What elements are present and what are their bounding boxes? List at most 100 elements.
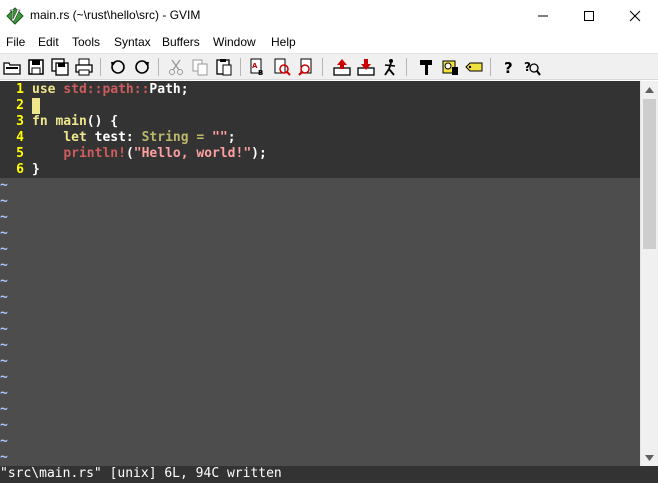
chevron-down-icon [645, 454, 654, 461]
make-icon[interactable] [416, 57, 436, 77]
menu-help[interactable]: Help [271, 35, 296, 49]
shell-icon[interactable] [440, 57, 460, 77]
empty-line-tilde: ~ [0, 386, 8, 401]
find-next-icon[interactable] [272, 57, 292, 77]
code-line[interactable]: 5 println!("Hello, world!"); [0, 146, 640, 162]
toolbar-separator [240, 58, 241, 76]
line-number: 5 [16, 146, 24, 161]
open-icon[interactable] [2, 57, 22, 77]
line-number: 1 [16, 82, 24, 97]
editor-area[interactable]: 1 use std::path::Path;2 3 fn main() {4 let … [0, 81, 640, 466]
scroll-thumb[interactable] [643, 99, 656, 249]
maximize-icon [584, 11, 594, 21]
vertical-scrollbar[interactable] [640, 81, 658, 466]
toolbar-separator [490, 58, 491, 76]
cut-icon[interactable] [166, 57, 186, 77]
run-script-icon[interactable] [380, 57, 400, 77]
line-text: fn main() { [32, 114, 118, 130]
find-help-icon[interactable]: ? [522, 57, 542, 77]
empty-line-tilde: ~ [0, 226, 8, 241]
code-token: use [32, 82, 56, 97]
tag-icon[interactable] [464, 57, 484, 77]
empty-line-tilde: ~ [0, 402, 8, 417]
code-token: path [102, 82, 134, 97]
menu-tools[interactable]: Tools [72, 35, 100, 49]
code-buffer[interactable]: 1 use std::path::Path;2 3 fn main() {4 let … [0, 81, 640, 178]
chevron-up-icon [645, 86, 654, 93]
find-prev-icon[interactable] [296, 57, 316, 77]
menu-edit[interactable]: Edit [38, 35, 59, 49]
scroll-up-button[interactable] [641, 81, 658, 98]
code-line[interactable]: 2 [0, 98, 640, 114]
code-line[interactable]: 1 use std::path::Path; [0, 82, 640, 98]
menu-bar: File Edit Tools Syntax Buffers Window He… [0, 32, 658, 52]
code-token: fn [32, 114, 48, 129]
print-icon[interactable] [74, 57, 94, 77]
command-line[interactable]: "src\main.rs" [unix] 6L, 94C written [0, 466, 658, 483]
code-token: Path; [149, 82, 189, 97]
vim-icon[interactable] [6, 7, 24, 25]
code-token: :: [86, 82, 103, 97]
code-token: :: [133, 82, 150, 97]
code-token: "" [212, 130, 228, 145]
save-all-icon[interactable] [50, 57, 70, 77]
redo-icon[interactable] [132, 57, 152, 77]
code-token: ; [227, 130, 236, 145]
menu-file[interactable]: File [6, 35, 25, 49]
menu-window[interactable]: Window [213, 35, 256, 49]
svg-text:?: ? [504, 59, 513, 77]
empty-line-tilde: ~ [0, 434, 8, 449]
toolbar-separator [322, 58, 323, 76]
code-token: main [55, 114, 87, 129]
line-text: let test: String = ""; [32, 130, 236, 146]
code-token: () { [86, 114, 119, 129]
menu-buffers[interactable]: Buffers [162, 35, 200, 49]
empty-line-tilde: ~ [0, 306, 8, 321]
empty-line-tilde: ~ [0, 210, 8, 225]
empty-line-tilde: ~ [0, 322, 8, 337]
code-line[interactable]: 4 let test: String = ""; [0, 130, 640, 146]
code-line[interactable]: 3 fn main() { [0, 114, 640, 130]
empty-line-tilde: ~ [0, 370, 8, 385]
line-text: } [32, 162, 40, 178]
code-token: ( [125, 146, 134, 161]
line-number: 4 [16, 130, 24, 145]
paste-icon[interactable] [214, 57, 234, 77]
load-session-icon[interactable] [332, 57, 352, 77]
empty-line-tilde: ~ [0, 178, 8, 193]
scroll-down-button[interactable] [641, 449, 658, 466]
toolbar-separator [158, 58, 159, 76]
undo-icon[interactable] [108, 57, 128, 77]
toolbar-separator [406, 58, 407, 76]
line-text: use std::path::Path; [32, 82, 189, 98]
code-token: = [188, 130, 213, 145]
menu-syntax[interactable]: Syntax [114, 35, 151, 49]
window-title: main.rs (~\rust\hello\src) - GVIM [30, 8, 201, 22]
line-number: 2 [16, 98, 24, 113]
code-line[interactable]: 6} [0, 162, 640, 178]
empty-line-tilde: ~ [0, 450, 8, 465]
empty-line-tilde: ~ [0, 274, 8, 289]
copy-icon[interactable] [190, 57, 210, 77]
code-token: let [63, 130, 87, 145]
svg-text:B: B [258, 69, 263, 77]
text-cursor [32, 98, 40, 114]
toolbar-separator [100, 58, 101, 76]
code-token: test: [86, 130, 142, 145]
save-session-icon[interactable] [356, 57, 376, 77]
close-icon [629, 10, 641, 22]
code-token: println! [63, 146, 126, 161]
close-button[interactable] [612, 0, 658, 32]
empty-line-tilde: ~ [0, 258, 8, 273]
code-token: "Hello, world!" [133, 146, 252, 161]
save-icon[interactable] [26, 57, 46, 77]
minimize-button[interactable] [520, 0, 566, 32]
line-number: 6 [16, 162, 24, 177]
maximize-button[interactable] [566, 0, 612, 32]
title-bar[interactable]: main.rs (~\rust\hello\src) - GVIM [0, 0, 658, 32]
empty-line-tilde: ~ [0, 418, 8, 433]
find-replace-icon[interactable]: AB [248, 57, 268, 77]
code-token: String [141, 130, 189, 145]
help-icon[interactable]: ? [498, 57, 518, 77]
